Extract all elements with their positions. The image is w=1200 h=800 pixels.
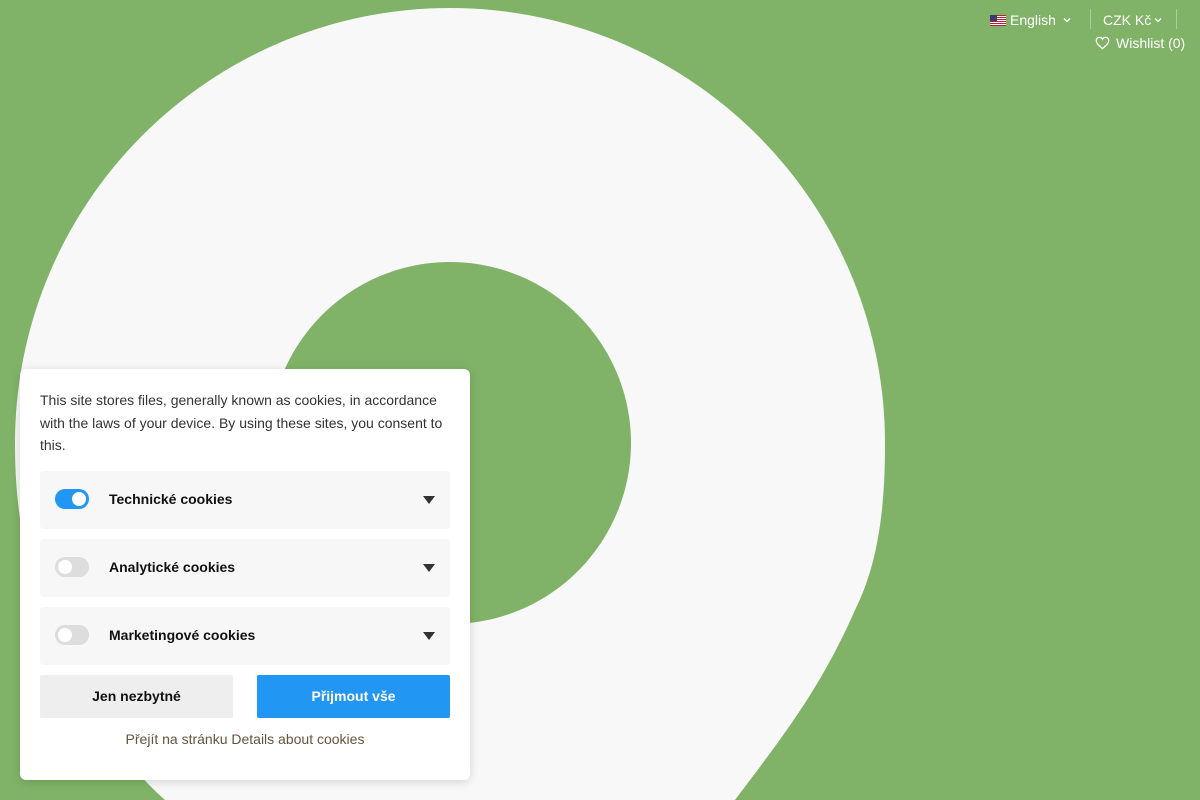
language-selector[interactable]: English <box>990 11 1072 29</box>
cookie-category-analytics[interactable]: Analytické cookies <box>40 539 450 597</box>
top-bar: English CZK Kč Wishlist (0) <box>0 0 1200 60</box>
header-divider <box>1090 9 1091 29</box>
cookie-message: This site stores files, generally known … <box>40 392 443 453</box>
language-label: English <box>1010 12 1056 28</box>
cookie-category-label: Analytické cookies <box>109 559 236 575</box>
cookie-category-technical[interactable]: Technické cookies <box>40 471 450 529</box>
caret-down-icon[interactable] <box>423 632 435 640</box>
caret-down-icon[interactable] <box>423 564 435 572</box>
technical-cookies-toggle[interactable] <box>55 489 89 509</box>
wishlist-label: Wishlist (0) <box>1116 35 1186 51</box>
header-divider <box>1176 9 1177 29</box>
cookie-category-label: Marketingové cookies <box>109 627 256 643</box>
toggle-knob <box>58 560 72 574</box>
marketing-cookies-toggle[interactable] <box>55 625 89 645</box>
chevron-down-icon <box>1063 18 1071 23</box>
toggle-knob <box>72 492 86 506</box>
toggle-knob <box>58 628 72 642</box>
cookie-category-marketing[interactable]: Marketingové cookies <box>40 607 450 665</box>
heart-icon <box>1095 36 1110 50</box>
currency-selector[interactable]: CZK Kč <box>1103 11 1163 29</box>
wishlist-link[interactable]: Wishlist (0) <box>1095 34 1185 52</box>
currency-label: CZK Kč <box>1103 12 1152 28</box>
cookie-details-link[interactable]: Přejít na stránku Details about cookies <box>20 731 470 747</box>
cookie-category-label: Technické cookies <box>109 491 233 507</box>
analytics-cookies-toggle[interactable] <box>55 557 89 577</box>
cookie-consent-panel: This site stores files, generally known … <box>20 369 470 780</box>
us-flag-icon <box>990 14 1006 26</box>
caret-down-icon[interactable] <box>423 496 435 504</box>
necessary-only-button[interactable]: Jen nezbytné <box>40 675 233 718</box>
accept-all-button[interactable]: Přijmout vše <box>257 675 450 718</box>
chevron-down-icon <box>1154 18 1162 23</box>
